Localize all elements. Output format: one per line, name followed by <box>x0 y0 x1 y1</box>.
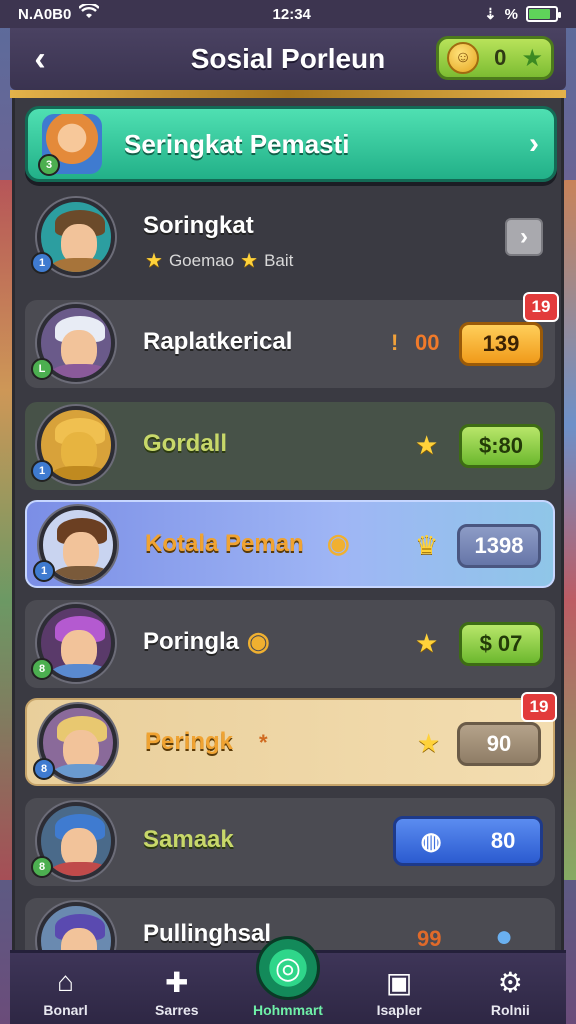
torch-icon: ! <box>391 330 399 355</box>
nav-item-target[interactable]: ◎ Hohmmart <box>238 936 338 1018</box>
chevron-right-icon[interactable]: › <box>514 127 554 161</box>
star-icon: ★ <box>145 250 163 272</box>
coin-stack-icon: ◉ <box>327 528 350 558</box>
score-value: 80 <box>490 828 516 853</box>
avatar-body <box>51 764 113 778</box>
row-action-button[interactable]: › <box>505 218 543 256</box>
star-icon: ★ <box>415 430 439 460</box>
header: ‹ Sosial Porleun ☺ 0 ★ <box>10 28 566 90</box>
drop-icon: ● <box>495 920 514 950</box>
avatar-body <box>49 664 111 678</box>
carrier-label: N.A0B0 <box>18 5 72 23</box>
player-name: Peringk <box>145 728 234 755</box>
player-name: Pullinghsal <box>143 920 272 947</box>
player-row[interactable]: L Raplatkerical ! 00 139 19 <box>25 292 559 388</box>
star-icon: ★ <box>521 44 543 72</box>
rank-badge: 1 <box>31 252 53 274</box>
coin-icon: ◉ <box>247 626 270 656</box>
score-pill[interactable]: 90 <box>457 722 541 766</box>
notification-badge: 19 <box>523 292 559 322</box>
target-icon: ◎ <box>255 936 320 1000</box>
score-pill[interactable]: $ 07 <box>459 622 543 666</box>
player-name: Poringla <box>143 628 240 655</box>
player-row[interactable]: 1 Gordall ★ $:80 <box>25 402 555 490</box>
player-row[interactable]: 8 Samaak ◍ 80 <box>25 798 555 886</box>
rank-badge: 1 <box>31 460 53 482</box>
back-arrow-icon: ‹ <box>34 39 46 78</box>
nav-label: Sarres <box>154 1002 199 1018</box>
rank-badge: 8 <box>31 658 53 680</box>
player-row-highlighted[interactable]: 8 Peringk * ★ 90 19 <box>25 692 557 786</box>
score-pill[interactable]: ◍ 80 <box>393 816 543 866</box>
nav-label: Rolnii <box>490 1002 530 1018</box>
player-stats: ★ Goemao ★ Bait <box>145 248 293 273</box>
player-row[interactable]: 8 Poringla ◉ ★ $ 07 <box>25 600 555 688</box>
player-name: Raplatkerical <box>143 328 293 355</box>
player-name: Gordall <box>143 430 228 457</box>
banner-avatar: 3 <box>38 114 102 176</box>
header-trim <box>10 90 566 98</box>
avatar-body <box>49 258 111 272</box>
notification-badge: 19 <box>521 692 557 722</box>
avatar-body <box>49 466 111 480</box>
score-pill[interactable]: 1398 <box>457 524 541 568</box>
nav-item-home[interactable]: ⌂ Bonarl <box>16 964 116 1018</box>
nav-item-puzzle[interactable]: ✚ Sarres <box>127 964 227 1019</box>
leaderboard-panel[interactable]: 3 Seringkat Pemasti › 1 Soringkat ★ Goem… <box>12 98 564 950</box>
points-label: 00 <box>415 330 440 355</box>
clock: 12:34 <box>272 5 311 23</box>
rank-badge: 8 <box>33 758 55 780</box>
nav-label: Bonarl <box>43 1002 88 1018</box>
rank-badge: 8 <box>31 856 53 878</box>
avatar-body <box>51 566 113 580</box>
puzzle-icon: ✚ <box>165 966 189 998</box>
star-icon: ★ <box>415 628 439 658</box>
status-bar: N.A0B0 12:34 ⇣ % <box>0 0 576 28</box>
coin-count: 0 <box>494 45 507 70</box>
player-name: Samaak <box>143 826 234 853</box>
battery-icon <box>526 6 561 22</box>
stat-a: Goemao <box>168 250 235 270</box>
points-label: 99 <box>417 926 442 950</box>
player-row[interactable]: 1 Soringkat ★ Goemao ★ Bait › <box>25 194 555 282</box>
banner-title: Seringkat Pemasti <box>124 128 350 159</box>
bottom-navigation: ⌂ Bonarl ✚ Sarres ◎ Hohmmart ▣ Isapler ⚙… <box>10 936 566 1024</box>
rank-badge: 1 <box>33 560 55 582</box>
player-name: Soringkat <box>143 212 254 239</box>
currency-counter[interactable]: ☺ 0 ★ <box>436 36 554 80</box>
player-row-highlighted[interactable]: 1 Kotala Peman ◉ ♛ 1398 <box>25 500 555 588</box>
signal-icon: ⇣ <box>484 6 497 23</box>
player-name: Kotala Peman <box>145 530 304 557</box>
nav-item-calendar[interactable]: ▣ Isapler <box>349 964 449 1019</box>
score-pill[interactable]: 139 <box>459 322 543 366</box>
score-pill[interactable]: $:80 <box>459 424 543 468</box>
stat-b: Bait <box>264 250 294 270</box>
nav-label: Isapler <box>376 1002 422 1018</box>
avatar-body <box>49 364 111 378</box>
crown-icon: ♛ <box>415 530 439 560</box>
wifi-icon <box>78 2 101 24</box>
signal-text: % <box>504 5 518 23</box>
calendar-icon: ▣ <box>385 966 413 998</box>
star-icon: ★ <box>417 728 441 758</box>
gamepad-icon: ◍ <box>420 827 442 855</box>
home-icon: ⌂ <box>57 966 75 997</box>
settings-icon: ⚙ <box>497 966 523 998</box>
nav-label: Hohmmart <box>252 1002 323 1018</box>
level-badge: 3 <box>38 154 60 176</box>
back-button[interactable]: ‹ <box>10 29 70 89</box>
sparkle-label: * <box>259 730 268 755</box>
rank-badge: L <box>31 358 53 380</box>
avatar-body <box>49 862 111 876</box>
featured-banner[interactable]: 3 Seringkat Pemasti › <box>25 106 557 182</box>
coin-icon: ☺ <box>447 42 479 74</box>
player-avatar <box>37 902 115 950</box>
nav-item-settings[interactable]: ⚙ Rolnii <box>460 964 560 1019</box>
star-icon: ★ <box>240 250 259 272</box>
